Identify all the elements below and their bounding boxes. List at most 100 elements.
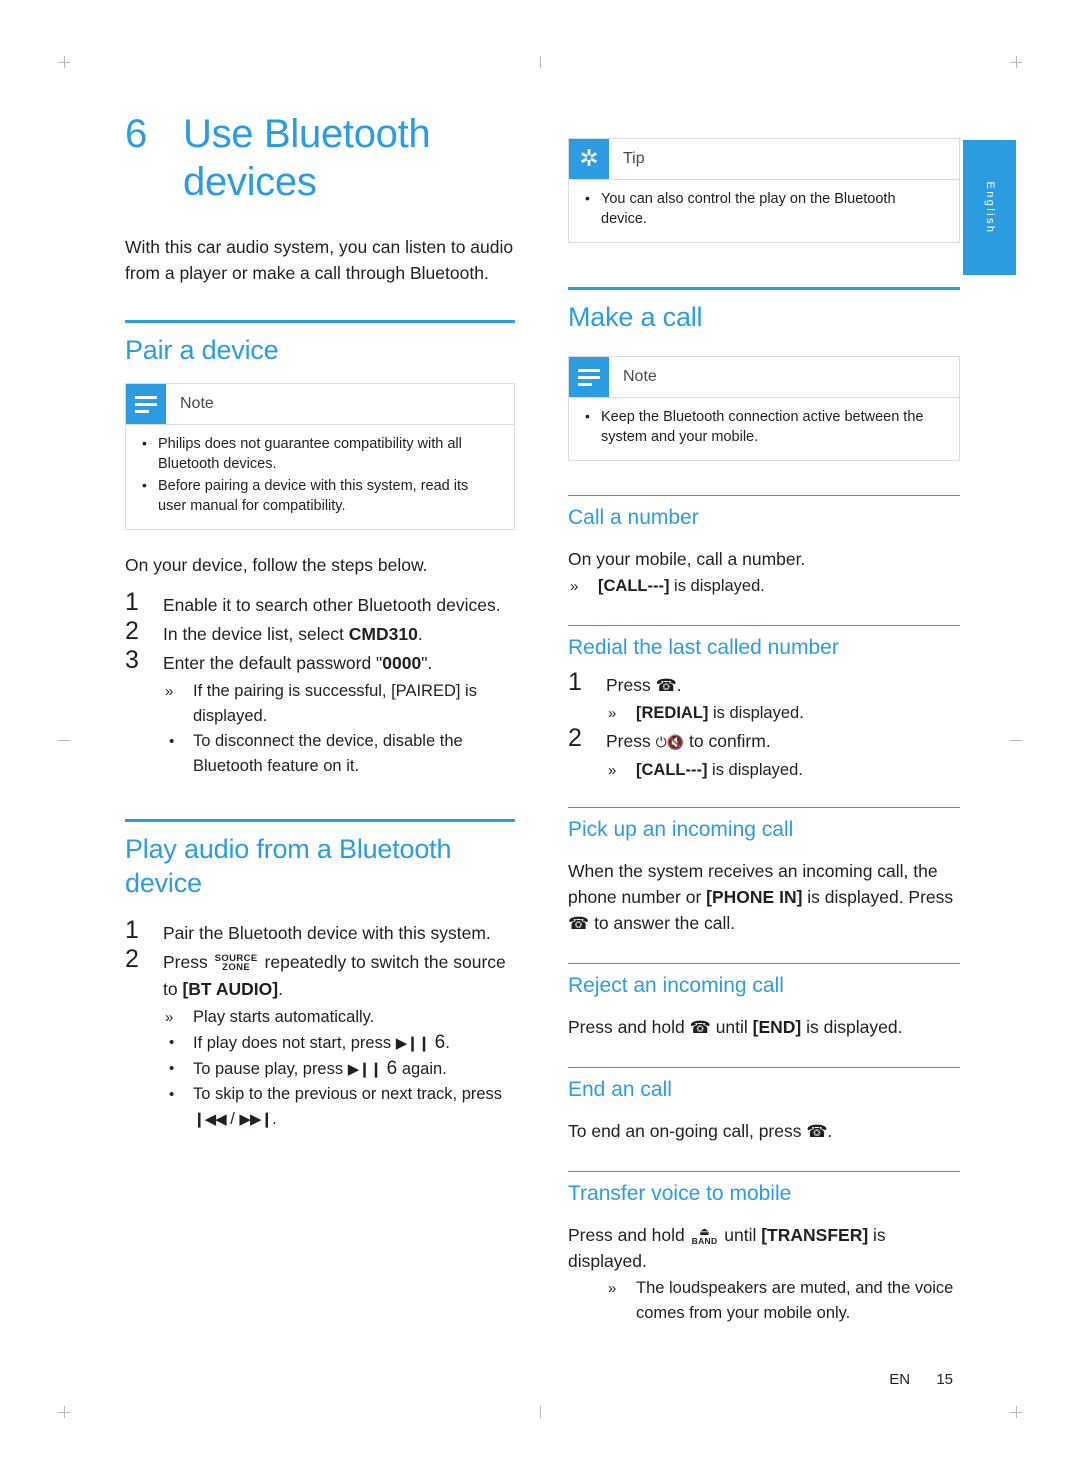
- double-arrow-icon: »: [608, 762, 617, 779]
- source-zone-button-icon: SOURCE ZONE: [215, 954, 258, 973]
- phone-icon: ☎: [568, 914, 590, 933]
- right-column: ✲ Tip You can also control the play on t…: [568, 110, 960, 1326]
- note-item: Keep the Bluetooth connection active bet…: [583, 406, 945, 447]
- double-arrow-icon: »: [570, 578, 579, 595]
- sub-bullet-item: • To pause play, press ▶❙❙ 6 again.: [169, 1058, 447, 1079]
- note-item: Before pairing a device with this system…: [140, 475, 500, 516]
- crop-mark: [64, 1406, 65, 1418]
- tip-icon: ✲: [569, 139, 609, 179]
- step-text-post: ".: [421, 653, 433, 673]
- sub-arrow-text: is displayed.: [669, 577, 765, 595]
- transfer-text-mid: until: [724, 1225, 762, 1245]
- step-number: 1: [125, 588, 139, 616]
- phone-icon: ☎: [689, 1018, 711, 1037]
- pickup-text-end: to answer the call.: [594, 913, 736, 933]
- step-text-pre: Press: [163, 952, 208, 972]
- step-number: 2: [125, 617, 139, 645]
- end-call-text-pre: To end an on-going call, press: [568, 1121, 802, 1141]
- display-token: [PHONE IN]: [706, 887, 803, 907]
- step-item: 3 Enter the default password "0000". » I…: [125, 647, 515, 779]
- footer-page-number: 15: [936, 1371, 953, 1388]
- step-text-pre: Press: [606, 731, 651, 751]
- chapter-heading: 6 Use Bluetooth devices: [125, 110, 515, 206]
- step-text-pre: Press: [606, 675, 651, 695]
- page-footer: EN 15: [0, 1371, 1080, 1388]
- subsection-rule: [568, 1067, 960, 1068]
- note-box-pairing: Note Philips does not guarantee compatib…: [125, 383, 515, 530]
- end-call-text: To end an on-going call, press ☎.: [568, 1118, 960, 1145]
- step-text-pre: In the device list, select: [163, 624, 349, 644]
- display-token: [CALL---]: [598, 577, 670, 595]
- subsection-redial-heading: Redial the last called number: [568, 636, 839, 659]
- display-token: [REDIAL]: [636, 704, 709, 722]
- sub-bullet-text: To disconnect the device, disable the Bl…: [193, 732, 463, 775]
- step-text-end: .: [278, 979, 283, 999]
- sub-arrow-text: is displayed.: [707, 761, 803, 779]
- separator: /: [230, 1110, 235, 1128]
- sub-bullet-text: If play does not start, press: [193, 1034, 396, 1052]
- chapter-number: 6: [125, 112, 147, 156]
- sub-arrow-item: » The loudspeakers are muted, and the vo…: [606, 1276, 960, 1326]
- step-number: 2: [125, 945, 139, 973]
- note-item: Philips does not guarantee compatibility…: [140, 433, 500, 474]
- play-pause-icon: ▶❙❙: [395, 1035, 431, 1052]
- tip-item: You can also control the play on the Blu…: [583, 188, 945, 229]
- step-text: Enable it to search other Bluetooth devi…: [163, 595, 501, 615]
- tip-body: You can also control the play on the Blu…: [569, 180, 959, 242]
- chapter-intro: With this car audio system, you can list…: [125, 237, 514, 283]
- pickup-text-post: is displayed. Press: [802, 887, 954, 907]
- crop-mark: [58, 740, 70, 741]
- transfer-text: Press and hold ⏏ BAND until [TRANSFER] i…: [568, 1222, 960, 1274]
- subsection-pickup-heading: Pick up an incoming call: [568, 818, 794, 841]
- note-icon: [569, 357, 609, 397]
- step-item: 1 Press ☎. » [REDIAL] is displayed.: [568, 668, 960, 726]
- play-steps-list: 1 Pair the Bluetooth device with this sy…: [125, 917, 515, 1132]
- section-play-audio-heading: Play audio from a Bluetooth device: [125, 834, 452, 898]
- sub-bullet-item: • To disconnect the device, disable the …: [163, 729, 515, 779]
- reject-text-mid: until: [715, 1017, 753, 1037]
- call-number-text: On your mobile, call a number.: [568, 549, 806, 569]
- pair-lead-text: On your device, follow the steps below.: [125, 555, 428, 575]
- note-body: Philips does not guarantee compatibility…: [126, 425, 514, 529]
- step-item: 2 Press ⏻🔇 to confirm. » [CALL---] is di…: [568, 725, 960, 783]
- pair-steps-list: 1 Enable it to search other Bluetooth de…: [125, 588, 515, 779]
- step-number: 1: [568, 668, 582, 696]
- crop-mark: [1016, 1406, 1017, 1418]
- crop-mark: [1010, 740, 1022, 741]
- end-call-text-post: .: [827, 1121, 833, 1141]
- sub-bullet-text: To skip to the previous or next track, p…: [193, 1085, 503, 1103]
- crop-mark: [1016, 56, 1017, 68]
- sub-arrow-item: » Play starts automatically.: [163, 1005, 515, 1030]
- note-icon: [126, 384, 166, 424]
- display-token: [END]: [752, 1017, 802, 1037]
- sub-bullet-text-post: .: [445, 1034, 450, 1052]
- section-rule: [568, 287, 960, 290]
- play-pause-icon: ▶❙❙: [347, 1061, 383, 1078]
- section-pair-a-device-heading: Pair a device: [125, 335, 279, 365]
- section-rule: [125, 320, 515, 323]
- phone-icon: ☎: [655, 676, 677, 695]
- reject-text-pre: Press and hold: [568, 1017, 685, 1037]
- bullet-icon: •: [169, 1060, 175, 1077]
- bullet-icon: •: [169, 1034, 175, 1051]
- sub-bullet-item: • To skip to the previous or next track,…: [163, 1082, 515, 1132]
- next-track-icon: ▶▶❙: [239, 1111, 273, 1128]
- sub-arrow-text: The loudspeakers are muted, and the voic…: [636, 1279, 954, 1322]
- section-make-a-call-heading: Make a call: [568, 302, 703, 332]
- bullet-icon: •: [169, 733, 175, 750]
- tip-box: ✲ Tip You can also control the play on t…: [568, 138, 960, 243]
- bullet-icon: •: [169, 1086, 175, 1103]
- reject-text-post: is displayed.: [801, 1017, 903, 1037]
- band-label: BAND: [691, 1236, 718, 1246]
- document-page: English 6 Use Bluetooth devices With thi…: [0, 0, 1080, 1474]
- reject-text: Press and hold ☎ until [END] is displaye…: [568, 1014, 960, 1041]
- double-arrow-icon: »: [165, 1009, 174, 1026]
- subsection-rule: [568, 1171, 960, 1172]
- step-item: 1 Enable it to search other Bluetooth de…: [125, 588, 515, 619]
- sub-bullet-text-post: again.: [397, 1060, 447, 1078]
- note-header: Note: [569, 357, 959, 398]
- step-text-post: .: [676, 675, 682, 695]
- subsection-rule: [568, 963, 960, 964]
- step-text: Pair the Bluetooth device with this syst…: [163, 923, 491, 943]
- subsection-call-a-number-heading: Call a number: [568, 506, 699, 529]
